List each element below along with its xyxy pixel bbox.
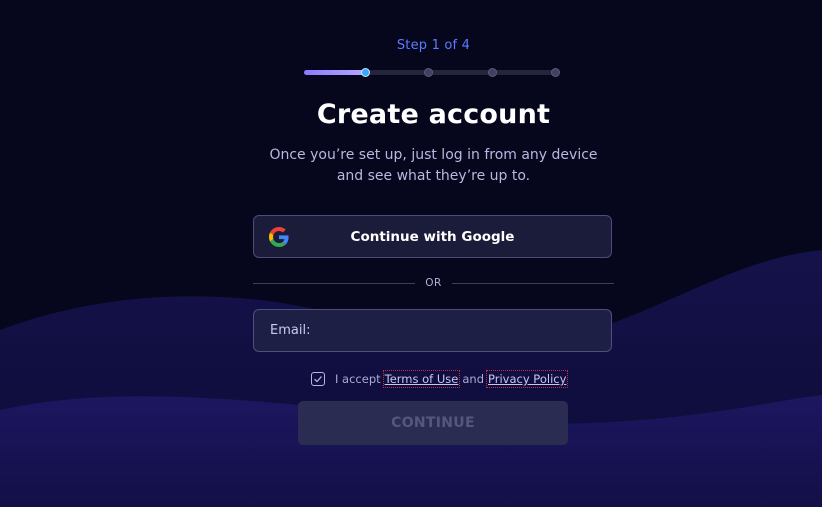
google-logo-icon [269, 227, 289, 247]
progress-step-dot-2 [424, 68, 433, 77]
google-button-label: Continue with Google [350, 228, 515, 245]
or-divider: OR [253, 276, 614, 292]
signup-page: Step 1 of 4 Create account Once you’re s… [0, 0, 822, 507]
step-indicator-label: Step 1 of 4 [396, 38, 471, 53]
page-subtitle: Once you’re set up, just log in from any… [269, 147, 598, 184]
divider-line-right [452, 283, 614, 284]
accept-terms-checkbox[interactable] [311, 372, 325, 386]
email-input[interactable] [254, 310, 611, 351]
progress-stepper [304, 68, 560, 77]
terms-consent-row: I accept Terms of Use and Privacy Policy [311, 370, 569, 388]
email-field-wrapper [253, 309, 612, 352]
progress-step-dot-4 [551, 68, 560, 77]
page-title: Create account [316, 99, 551, 130]
progress-step-dot-1 [360, 68, 370, 77]
continue-with-google-button[interactable]: Continue with Google [253, 215, 612, 258]
terms-of-use-link[interactable]: Terms of Use [382, 370, 461, 388]
terms-prefix-text: I accept [335, 372, 381, 386]
progress-step-dot-3 [487, 68, 497, 77]
progress-fill [304, 70, 365, 75]
privacy-policy-link[interactable]: Privacy Policy [486, 370, 569, 388]
terms-conjunction-text: and [462, 372, 485, 386]
check-icon [314, 376, 322, 383]
continue-button[interactable]: CONTINUE [298, 401, 568, 445]
